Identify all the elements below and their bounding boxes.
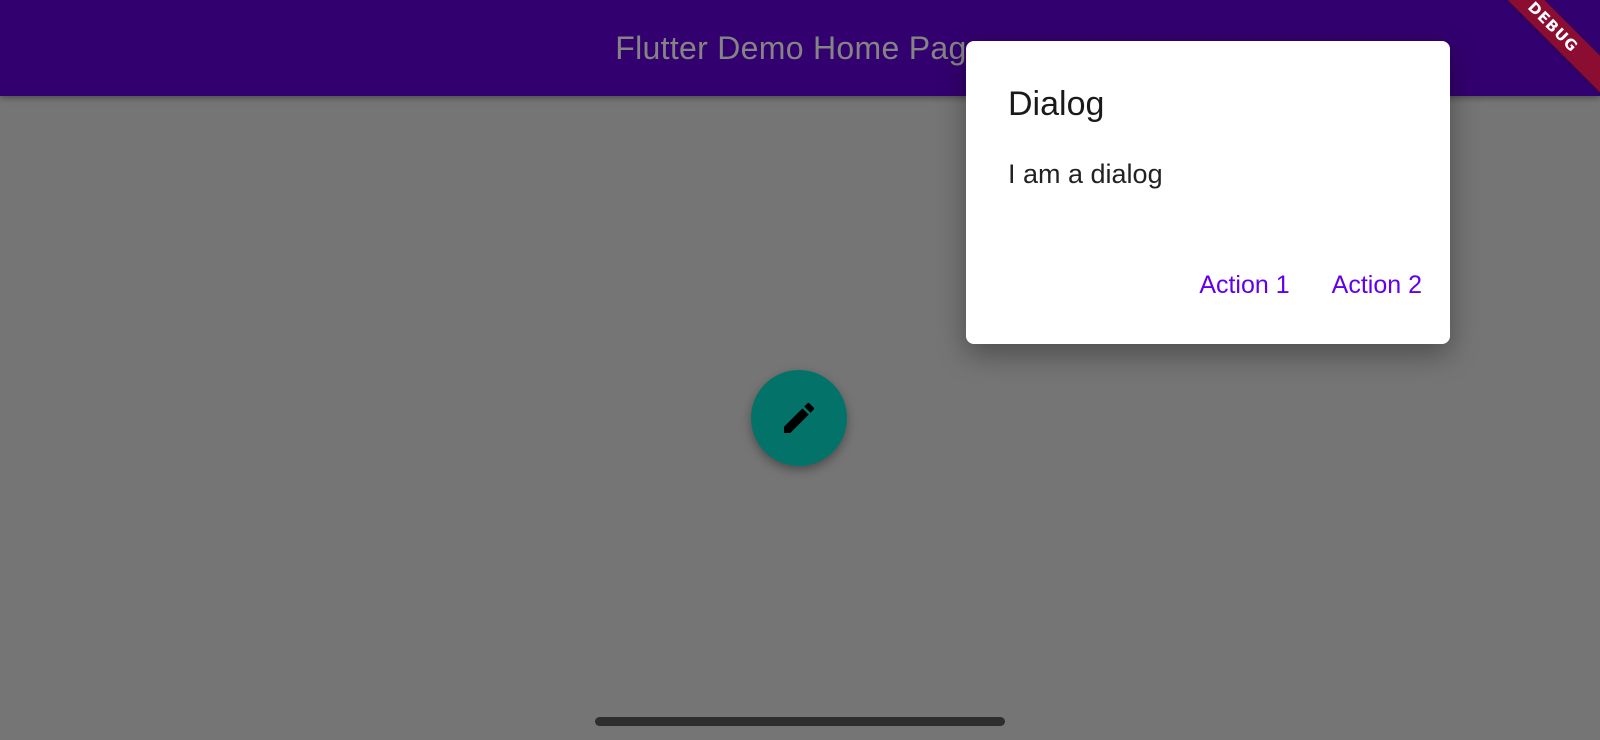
dialog-content: I am a dialog <box>1008 159 1163 189</box>
pencil-icon <box>784 402 815 433</box>
action-2-button[interactable]: Action 2 <box>1332 269 1422 301</box>
app-screen: Flutter Demo Home Page DEBUG Dialog I am… <box>0 0 1600 740</box>
action-1-button[interactable]: Action 1 <box>1199 269 1289 301</box>
edit-fab-button[interactable] <box>751 370 847 466</box>
home-indicator[interactable] <box>595 717 1005 726</box>
alert-dialog: Dialog I am a dialog Action 1 Action 2 <box>966 41 1450 344</box>
dialog-actions: Action 1 Action 2 <box>1199 269 1422 301</box>
dialog-title: Dialog <box>1008 85 1105 123</box>
